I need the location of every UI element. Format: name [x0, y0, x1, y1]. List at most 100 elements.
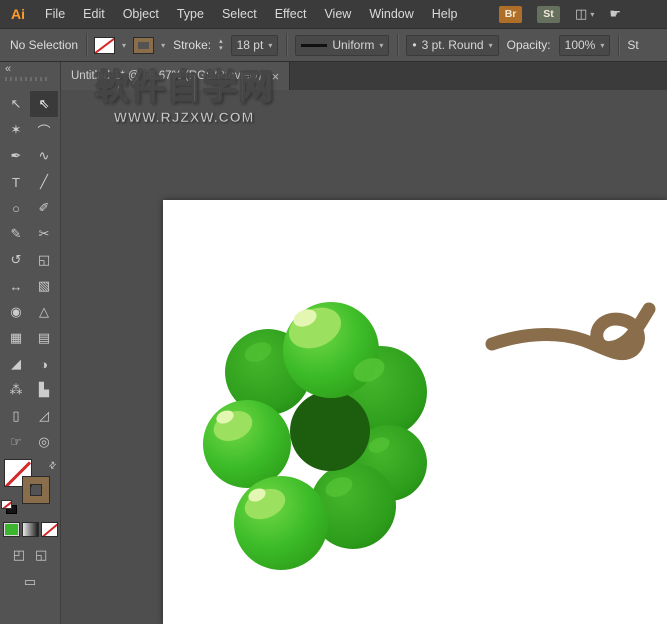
chevron-down-icon: ▾: [600, 41, 604, 50]
scale-tool[interactable]: ◱: [30, 247, 58, 273]
chevron-down-icon: ▾: [590, 10, 594, 19]
stock-button[interactable]: St: [537, 6, 560, 23]
control-bar: No Selection ▾ ▾ Stroke: ▴ ▾ 18 pt ▾ Uni…: [0, 28, 667, 62]
brush-dot-icon: •: [412, 38, 416, 52]
rotate-tool[interactable]: ↺: [2, 247, 30, 273]
stroke-label: Stroke:: [173, 38, 211, 52]
draw-normal-button[interactable]: ◰: [13, 547, 25, 563]
paintbrush-tool[interactable]: ✐: [30, 195, 58, 221]
grape-circle: [203, 400, 291, 488]
shape-builder-tool[interactable]: ◉: [2, 299, 30, 325]
width-profile-value: Uniform: [332, 38, 374, 52]
stroke-profile-preview: [301, 44, 327, 47]
none-proxy-button[interactable]: [42, 523, 57, 536]
perspective-grid-tool[interactable]: △: [30, 299, 58, 325]
mesh-tool[interactable]: ▦: [2, 325, 30, 351]
eyedropper-tool[interactable]: ◢: [2, 351, 30, 377]
width-tool[interactable]: ↔: [2, 273, 30, 299]
brown-squiggle-stroke: [492, 309, 649, 354]
tools-panel-header[interactable]: «: [0, 62, 61, 90]
canvas-pasteboard[interactable]: [61, 90, 667, 624]
artboard[interactable]: [163, 200, 667, 624]
ellipse-tool[interactable]: ○: [2, 195, 30, 221]
menubar-right-group: Br St ◫ ▾ ☛: [499, 6, 621, 23]
hand-tool[interactable]: ☞: [2, 429, 30, 455]
zoom-tool[interactable]: ◎: [30, 429, 58, 455]
close-tab-icon[interactable]: ×: [272, 70, 280, 83]
brush-definition-dropdown[interactable]: • 3 pt. Round ▾: [406, 35, 498, 56]
draw-behind-button[interactable]: ◱: [35, 547, 47, 563]
opacity-value: 100%: [565, 38, 596, 52]
stroke-weight-stepper[interactable]: ▴ ▾: [219, 38, 223, 52]
fill-color-swatch[interactable]: [95, 38, 114, 53]
menu-help[interactable]: Help: [423, 0, 467, 28]
menu-view[interactable]: View: [315, 0, 360, 28]
tools-panel: ↖⇖✶⌒✒∿T╱○✐✎✂↺◱↔▧◉△▦▤◢◑⁂▙▯◿☞◎ ⇄ ◰◱ ▭: [0, 90, 61, 624]
color-proxy-button[interactable]: [4, 523, 19, 536]
symbol-sprayer-tool[interactable]: ⁂: [2, 377, 30, 403]
selection-status: No Selection: [10, 38, 78, 52]
gradient-proxy-button[interactable]: [23, 523, 38, 536]
touch-workspace-toggle[interactable]: ☛: [609, 6, 621, 22]
divider: [618, 34, 619, 56]
blend-tool[interactable]: ◑: [30, 351, 58, 377]
width-profile-dropdown[interactable]: Uniform ▾: [295, 35, 389, 56]
artboard-tool[interactable]: ▯: [2, 403, 30, 429]
document-tab-bar: « Untitled-1* @ 66.67% (RGB/Preview) ×: [0, 62, 667, 90]
chevron-down-icon: ▾: [379, 41, 383, 50]
grape-circle: [234, 476, 328, 570]
stepper-down-icon[interactable]: ▾: [219, 45, 223, 52]
default-fill-stroke-icon[interactable]: [2, 501, 17, 514]
stroke-weight-dropdown[interactable]: 18 pt ▾: [231, 35, 279, 56]
document-tab[interactable]: Untitled-1* @ 66.67% (RGB/Preview) ×: [61, 62, 290, 90]
workspace-switcher[interactable]: ◫ ▾: [575, 6, 594, 22]
fill-stroke-indicator: ⇄: [2, 460, 58, 514]
menu-type[interactable]: Type: [168, 0, 213, 28]
gradient-tool[interactable]: ▤: [30, 325, 58, 351]
slice-tool[interactable]: ◿: [30, 403, 58, 429]
lasso-tool[interactable]: ⌒: [30, 117, 58, 143]
menu-window[interactable]: Window: [360, 0, 422, 28]
stepper-up-icon[interactable]: ▴: [219, 38, 223, 45]
menu-items: FileEditObjectTypeSelectEffectViewWindow…: [36, 0, 467, 28]
grape-cluster: [203, 300, 427, 570]
type-tool[interactable]: T: [2, 169, 30, 195]
grape-circle: [290, 391, 370, 471]
chevron-down-icon[interactable]: ▾: [122, 41, 126, 50]
default-fill-mini: [2, 501, 11, 508]
swap-fill-stroke-icon[interactable]: ⇄: [47, 459, 60, 472]
pencil-tool[interactable]: ✎: [2, 221, 30, 247]
document-tab-title: Untitled-1* @ 66.67% (RGB/Preview): [71, 70, 262, 82]
column-graph-tool[interactable]: ▙: [30, 377, 58, 403]
color-mode-buttons: [4, 523, 57, 536]
screen-mode-button[interactable]: ▭: [24, 574, 36, 590]
menu-edit[interactable]: Edit: [74, 0, 114, 28]
curvature-tool[interactable]: ∿: [30, 143, 58, 169]
chevron-down-icon[interactable]: ▾: [161, 41, 165, 50]
divider: [286, 34, 287, 56]
pen-tool[interactable]: ✒: [2, 143, 30, 169]
chevron-down-icon: ▾: [489, 41, 493, 50]
menu-file[interactable]: File: [36, 0, 74, 28]
stroke-proxy[interactable]: [23, 477, 49, 503]
panel-grip-dots: [5, 77, 47, 81]
collapse-panel-icon[interactable]: «: [5, 63, 55, 75]
menu-effect[interactable]: Effect: [266, 0, 316, 28]
line-segment-tool[interactable]: ╱: [30, 169, 58, 195]
magic-wand-tool[interactable]: ✶: [2, 117, 30, 143]
workspace-icon: ◫: [575, 6, 587, 22]
direct-selection-tool[interactable]: ⇖: [30, 91, 58, 117]
scissors-tool[interactable]: ✂: [30, 221, 58, 247]
touch-workspace-icon: ☛: [609, 6, 621, 22]
free-transform-tool[interactable]: ▧: [30, 273, 58, 299]
bridge-button[interactable]: Br: [499, 6, 522, 23]
opacity-dropdown[interactable]: 100% ▾: [559, 35, 611, 56]
chevron-down-icon: ▾: [268, 41, 272, 50]
divider: [86, 34, 87, 56]
style-label-truncated: St: [627, 38, 638, 52]
opacity-label: Opacity:: [507, 38, 551, 52]
stroke-color-swatch[interactable]: [134, 38, 153, 53]
menu-object[interactable]: Object: [114, 0, 168, 28]
selection-tool[interactable]: ↖: [2, 91, 30, 117]
menu-select[interactable]: Select: [213, 0, 266, 28]
